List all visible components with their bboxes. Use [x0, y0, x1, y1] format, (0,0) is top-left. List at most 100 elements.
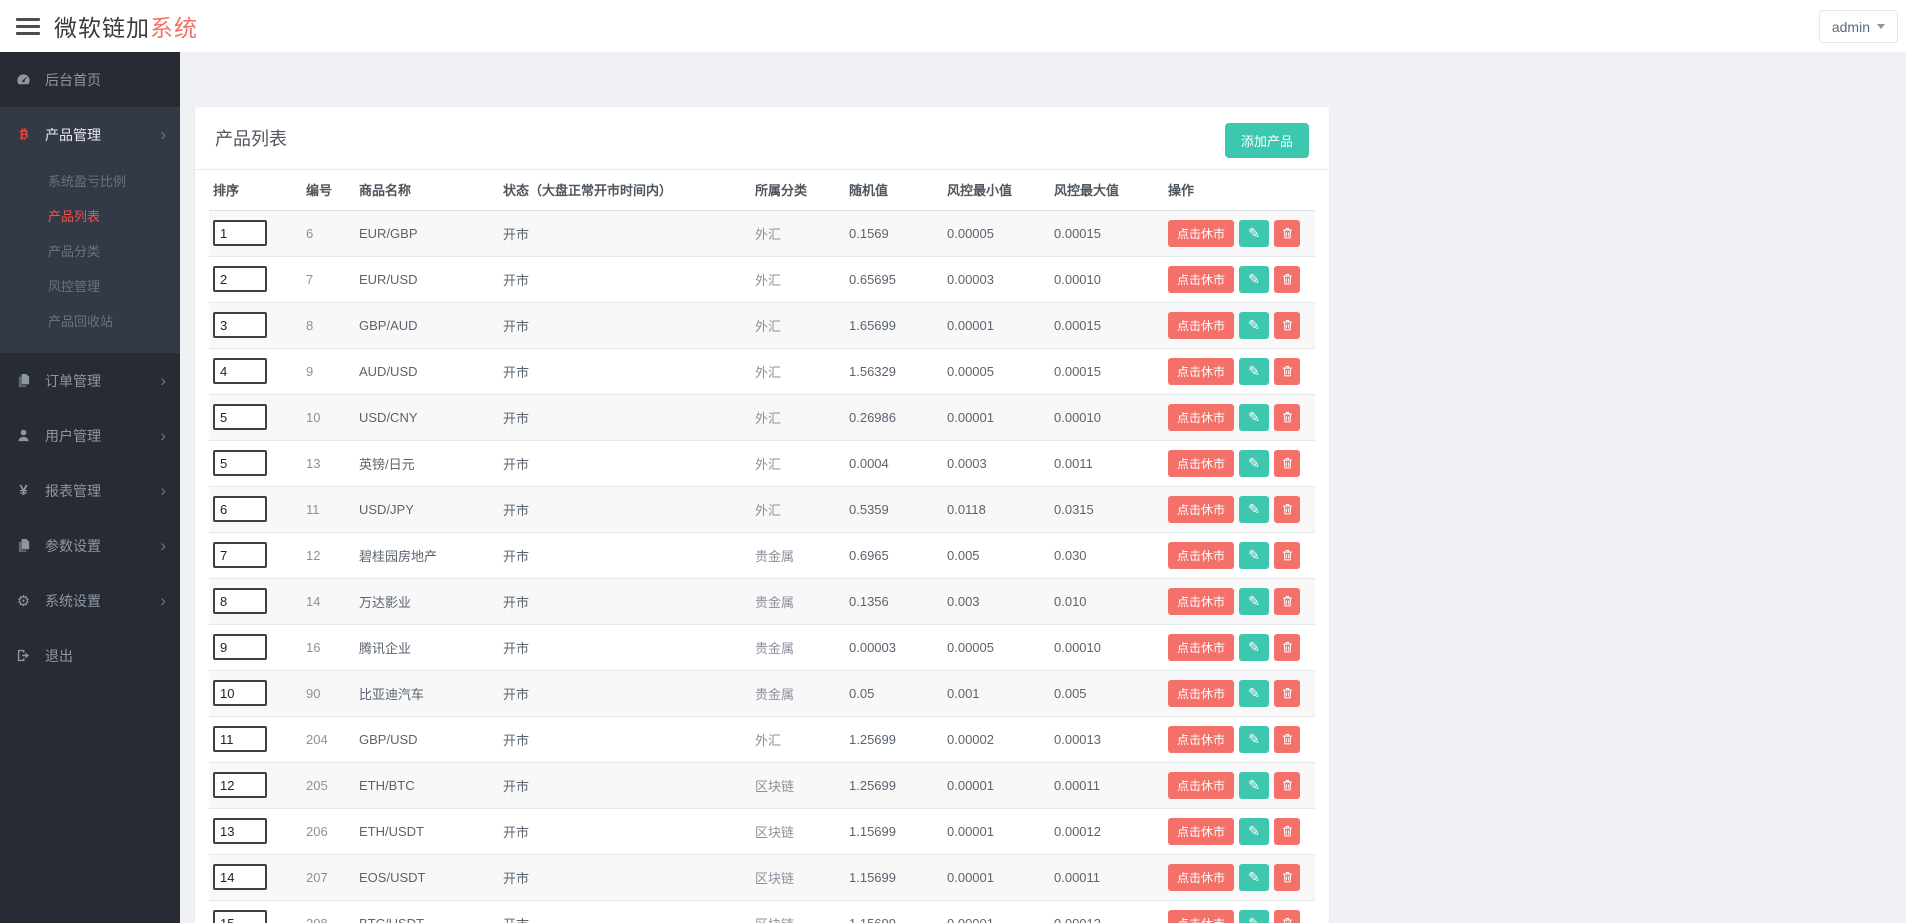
edit-button[interactable]: ✎ [1239, 219, 1270, 247]
product-id: 11 [302, 486, 355, 533]
edit-button[interactable]: ✎ [1239, 817, 1270, 845]
sidebar-subitem-product-list[interactable]: 产品列表 [0, 199, 180, 234]
sidebar-item-user-management[interactable]: 用户管理 › [0, 408, 180, 463]
market-close-button[interactable]: 点击休市 [1168, 403, 1235, 431]
app-logo[interactable]: 微软链加系统 [54, 9, 198, 43]
edit-button[interactable]: ✎ [1239, 909, 1270, 923]
delete-button[interactable] [1274, 909, 1301, 923]
sort-input[interactable] [213, 818, 267, 844]
market-close-button[interactable]: 点击休市 [1168, 679, 1235, 707]
risk-min-value: 0.001 [943, 670, 1050, 717]
delete-button[interactable] [1274, 311, 1301, 339]
operations-cell: 点击休市 ✎ [1164, 348, 1315, 395]
delete-button[interactable] [1274, 587, 1301, 615]
sidebar-subitem-profit-ratio[interactable]: 系统盈亏比例 [0, 164, 180, 199]
delete-button[interactable] [1274, 495, 1301, 523]
market-close-button[interactable]: 点击休市 [1168, 633, 1235, 661]
delete-button[interactable] [1274, 403, 1301, 431]
edit-button[interactable]: ✎ [1239, 725, 1270, 753]
risk-max-value: 0.030 [1050, 532, 1164, 579]
sort-input[interactable] [213, 680, 267, 706]
market-close-button[interactable]: 点击休市 [1168, 541, 1235, 569]
market-close-button[interactable]: 点击休市 [1168, 449, 1235, 477]
edit-button[interactable]: ✎ [1239, 587, 1270, 615]
sort-input[interactable] [213, 220, 267, 246]
trash-icon [1282, 872, 1292, 883]
sidebar-item-order-management[interactable]: 订单管理 › [0, 353, 180, 408]
market-close-button[interactable]: 点击休市 [1168, 219, 1235, 247]
sort-input[interactable] [213, 910, 267, 923]
sidebar-item-system-settings[interactable]: ⚙ 系统设置 › [0, 573, 180, 628]
delete-button[interactable] [1274, 541, 1301, 569]
sort-input[interactable] [213, 772, 267, 798]
sort-input[interactable] [213, 450, 267, 476]
delete-button[interactable] [1274, 863, 1301, 891]
market-close-button[interactable]: 点击休市 [1168, 311, 1235, 339]
sidebar-item-logout[interactable]: 退出 [0, 628, 180, 683]
edit-button[interactable]: ✎ [1239, 311, 1270, 339]
sort-cell [209, 256, 302, 303]
market-close-button[interactable]: 点击休市 [1168, 909, 1235, 923]
sort-input[interactable] [213, 496, 267, 522]
sort-input[interactable] [213, 404, 267, 430]
sort-cell [209, 210, 302, 257]
product-category: 外汇 [751, 256, 845, 303]
edit-button[interactable]: ✎ [1239, 633, 1270, 661]
market-close-button[interactable]: 点击休市 [1168, 265, 1235, 293]
edit-button[interactable]: ✎ [1239, 863, 1270, 891]
market-close-button[interactable]: 点击休市 [1168, 357, 1235, 385]
market-close-button[interactable]: 点击休市 [1168, 725, 1235, 753]
edit-button[interactable]: ✎ [1239, 679, 1270, 707]
risk-max-value: 0.00010 [1050, 256, 1164, 303]
market-close-button[interactable]: 点击休市 [1168, 771, 1235, 799]
hamburger-menu-icon[interactable] [16, 14, 40, 39]
market-close-button[interactable]: 点击休市 [1168, 495, 1235, 523]
table-row: 13英镑/日元开市外汇0.00040.00030.0011点击休市 ✎ [209, 440, 1315, 487]
table-row: 16腾讯企业开市贵金属0.000030.000050.00010点击休市 ✎ [209, 624, 1315, 671]
sort-input[interactable] [213, 588, 267, 614]
delete-button[interactable] [1274, 265, 1301, 293]
sidebar-item-product-management[interactable]: 产品管理 › [0, 107, 180, 162]
sidebar-subitem-product-recycle-bin[interactable]: 产品回收站 [0, 304, 180, 339]
sidebar-item-parameter-settings[interactable]: 参数设置 › [0, 518, 180, 573]
delete-button[interactable] [1274, 357, 1301, 385]
market-close-button[interactable]: 点击休市 [1168, 817, 1235, 845]
delete-button[interactable] [1274, 219, 1301, 247]
market-close-button[interactable]: 点击休市 [1168, 863, 1235, 891]
market-close-button[interactable]: 点击休市 [1168, 587, 1235, 615]
sort-input[interactable] [213, 726, 267, 752]
product-status: 开市 [499, 900, 751, 923]
orders-icon [14, 372, 33, 389]
delete-button[interactable] [1274, 679, 1301, 707]
delete-button[interactable] [1274, 725, 1301, 753]
delete-button[interactable] [1274, 633, 1301, 661]
sidebar-item-home[interactable]: 后台首页 [0, 52, 180, 107]
edit-button[interactable]: ✎ [1239, 541, 1270, 569]
edit-button[interactable]: ✎ [1239, 403, 1270, 431]
edit-button[interactable]: ✎ [1239, 771, 1270, 799]
sidebar-subitem-risk-management[interactable]: 风控管理 [0, 269, 180, 304]
sort-input[interactable] [213, 634, 267, 660]
delete-button[interactable] [1274, 449, 1301, 477]
sidebar-subitem-product-category[interactable]: 产品分类 [0, 234, 180, 269]
sort-input[interactable] [213, 266, 267, 292]
delete-button[interactable] [1274, 817, 1301, 845]
product-id: 90 [302, 670, 355, 717]
edit-button[interactable]: ✎ [1239, 449, 1270, 477]
sort-input[interactable] [213, 864, 267, 890]
delete-button[interactable] [1274, 771, 1301, 799]
edit-button[interactable]: ✎ [1239, 265, 1270, 293]
sidebar-item-report-management[interactable]: ¥ 报表管理 › [0, 463, 180, 518]
sort-input[interactable] [213, 312, 267, 338]
sort-input[interactable] [213, 542, 267, 568]
product-name: BTC/USDT [355, 900, 499, 923]
add-product-button[interactable]: 添加产品 [1224, 123, 1309, 158]
operations: 点击休市 ✎ [1168, 679, 1311, 707]
sort-input[interactable] [213, 358, 267, 384]
admin-dropdown[interactable]: admin [1818, 10, 1898, 43]
product-list-card: 产品列表 添加产品 排序 编号 商品名称 状态（大盘正常开市时间内） 所属分类 随机值 风控… [195, 107, 1329, 923]
edit-button[interactable]: ✎ [1239, 357, 1270, 385]
random-value: 1.25699 [845, 716, 943, 763]
column-header: 风控最大值 [1050, 170, 1164, 211]
edit-button[interactable]: ✎ [1239, 495, 1270, 523]
